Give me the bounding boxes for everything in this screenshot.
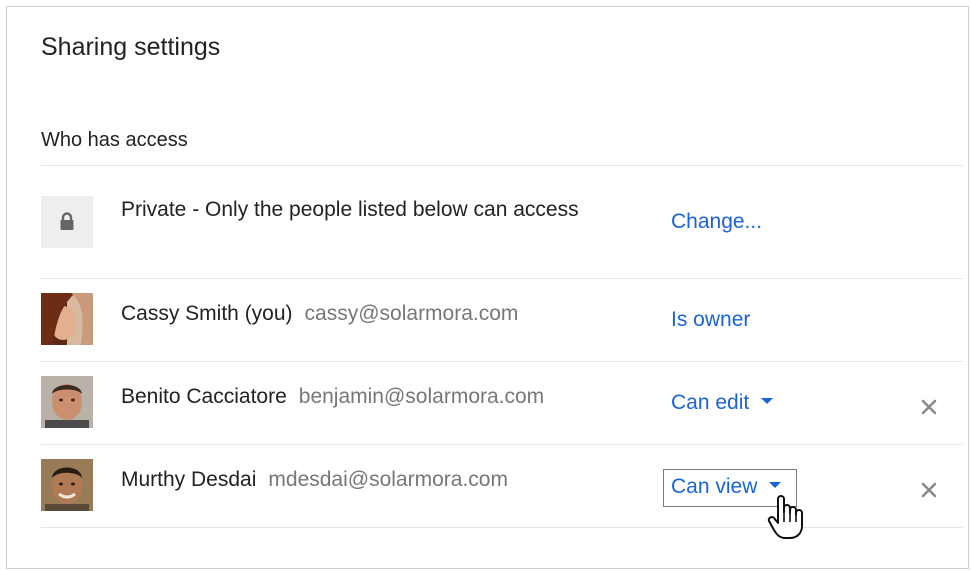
divider <box>41 444 963 445</box>
avatar <box>41 293 93 345</box>
divider <box>41 527 963 528</box>
person-row-text: Benito Cacciatore benjamin@solarmora.com <box>121 385 544 409</box>
lock-icon <box>41 196 93 248</box>
change-visibility-link[interactable]: Change... <box>671 210 762 234</box>
person-name: Murthy Desdai <box>121 468 257 491</box>
divider <box>41 361 963 362</box>
person-email: benjamin@solarmora.com <box>298 385 545 408</box>
visibility-row: Private - Only the people listed below c… <box>41 196 963 266</box>
avatar <box>41 376 93 428</box>
remove-person-button[interactable] <box>917 395 941 419</box>
list-item: Benito Cacciatore benjamin@solarmora.com … <box>41 376 963 428</box>
divider <box>41 165 963 166</box>
role-dropdown-label: Can edit <box>671 391 750 414</box>
person-row-text: Murthy Desdai mdesdai@solarmora.com <box>121 468 508 492</box>
person-email: cassy@solarmora.com <box>304 302 519 325</box>
chevron-down-icon <box>761 398 774 405</box>
person-name: Cassy Smith (you) <box>121 302 293 325</box>
remove-person-button[interactable] <box>917 478 941 502</box>
chevron-down-icon <box>769 482 782 489</box>
section-label-who-has-access: Who has access <box>41 129 188 151</box>
sharing-settings-dialog: Sharing settings Who has access Private … <box>6 6 969 569</box>
person-name: Benito Cacciatore <box>121 385 287 408</box>
list-item: Cassy Smith (you) cassy@solarmora.com Is … <box>41 293 963 345</box>
list-item: Murthy Desdai mdesdai@solarmora.com Can v… <box>41 459 963 511</box>
role-dropdown-label: Can view <box>671 475 758 498</box>
avatar <box>41 459 93 511</box>
hand-pointer-cursor-icon <box>766 494 806 545</box>
divider <box>41 278 963 279</box>
close-icon <box>921 399 937 415</box>
role-dropdown[interactable]: Can view <box>671 475 782 499</box>
role-dropdown[interactable]: Can edit <box>671 391 774 415</box>
close-icon <box>921 482 937 498</box>
person-row-text: Cassy Smith (you) cassy@solarmora.com <box>121 302 518 326</box>
visibility-description: Private - Only the people listed below c… <box>121 198 579 221</box>
person-email: mdesdai@solarmora.com <box>268 468 508 491</box>
dialog-title: Sharing settings <box>41 33 221 61</box>
role-label: Is owner <box>671 308 751 331</box>
